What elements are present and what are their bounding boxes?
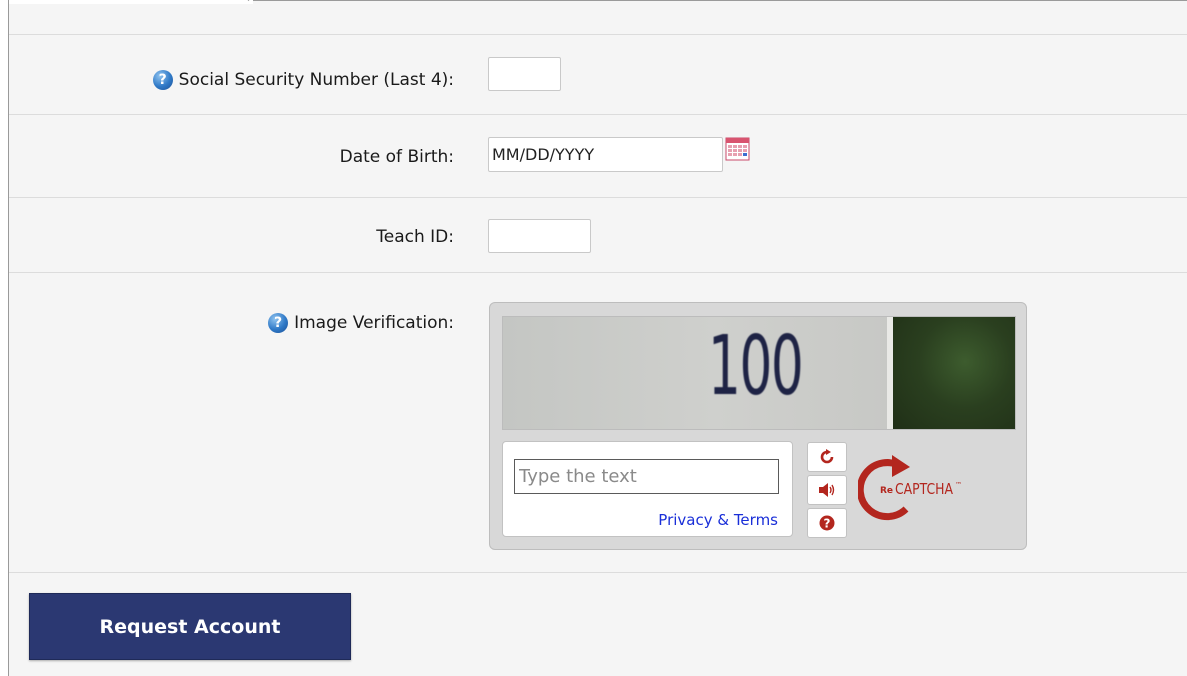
row-divider xyxy=(9,34,1187,35)
date-of-birth-input[interactable] xyxy=(488,137,723,172)
captcha-audio-button[interactable] xyxy=(807,475,847,505)
question-circle-icon[interactable]: ? xyxy=(152,70,173,90)
ssn-label-row: ? Social Security Number (Last 4): xyxy=(152,70,454,90)
recaptcha-logo: Re CAPTCHA ™ xyxy=(858,455,962,521)
recaptcha-logo-text: CAPTCHA xyxy=(895,480,954,498)
row-divider xyxy=(9,197,1187,198)
captcha-controls: ? xyxy=(807,442,847,538)
privacy-terms-link[interactable]: Privacy & Terms xyxy=(658,511,778,529)
ssn-label: Social Security Number (Last 4): xyxy=(178,70,454,90)
captcha-response-panel: Privacy & Terms xyxy=(502,441,793,537)
recaptcha-widget: 100 Privacy & Terms ? xyxy=(489,302,1027,550)
image-verification-label: Image Verification: xyxy=(294,313,454,333)
teach-id-label: Teach ID: xyxy=(376,227,454,247)
captcha-response-input[interactable] xyxy=(514,459,779,494)
question-circle-icon[interactable]: ? xyxy=(268,313,289,333)
row-divider xyxy=(9,572,1187,573)
svg-text:?: ? xyxy=(824,517,831,531)
help-icon: ? xyxy=(819,515,835,531)
request-account-button[interactable]: Request Account xyxy=(29,593,351,660)
image-verification-label-row: ? Image Verification: xyxy=(268,313,454,333)
captcha-challenge-text: 100 xyxy=(708,319,804,414)
ssn-input[interactable] xyxy=(488,57,561,91)
teach-id-label-row: Teach ID: xyxy=(376,227,454,247)
recaptcha-logo-tm: ™ xyxy=(955,481,962,489)
recaptcha-logo-prefix: Re xyxy=(880,486,893,496)
captcha-refresh-button[interactable] xyxy=(807,442,847,472)
captcha-help-button[interactable]: ? xyxy=(807,508,847,538)
teach-id-input[interactable] xyxy=(488,219,591,253)
refresh-icon xyxy=(820,449,834,464)
row-divider xyxy=(9,114,1187,115)
dob-label: Date of Birth: xyxy=(339,147,454,167)
calendar-icon[interactable] xyxy=(725,137,750,161)
captcha-challenge-image: 100 xyxy=(502,316,1016,430)
dob-label-row: Date of Birth: xyxy=(340,147,454,167)
fieldset-legend xyxy=(9,0,253,4)
audio-icon xyxy=(819,483,835,497)
row-divider xyxy=(9,272,1187,273)
